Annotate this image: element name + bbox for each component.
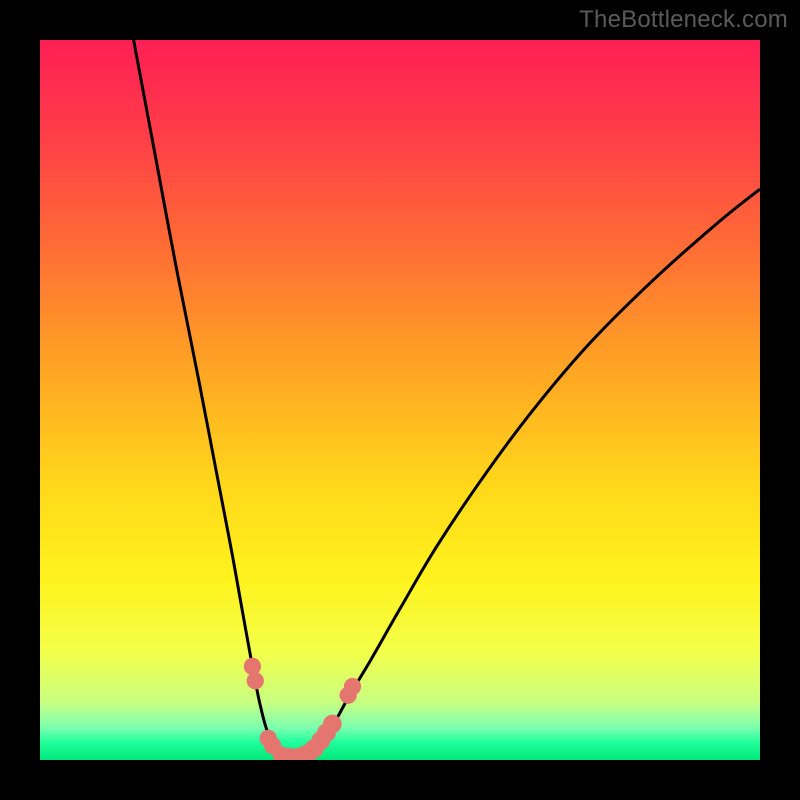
curve-left-curve [134,40,294,760]
series-group [134,40,760,760]
data-marker [247,672,264,689]
data-marker [244,658,261,675]
chart-svg [40,40,760,760]
plot-area [40,40,760,760]
chart-frame: TheBottleneck.com [0,0,800,800]
data-marker [323,715,342,734]
data-marker [344,678,361,695]
watermark-text: TheBottleneck.com [579,6,788,34]
curve-right-curve [293,189,760,760]
